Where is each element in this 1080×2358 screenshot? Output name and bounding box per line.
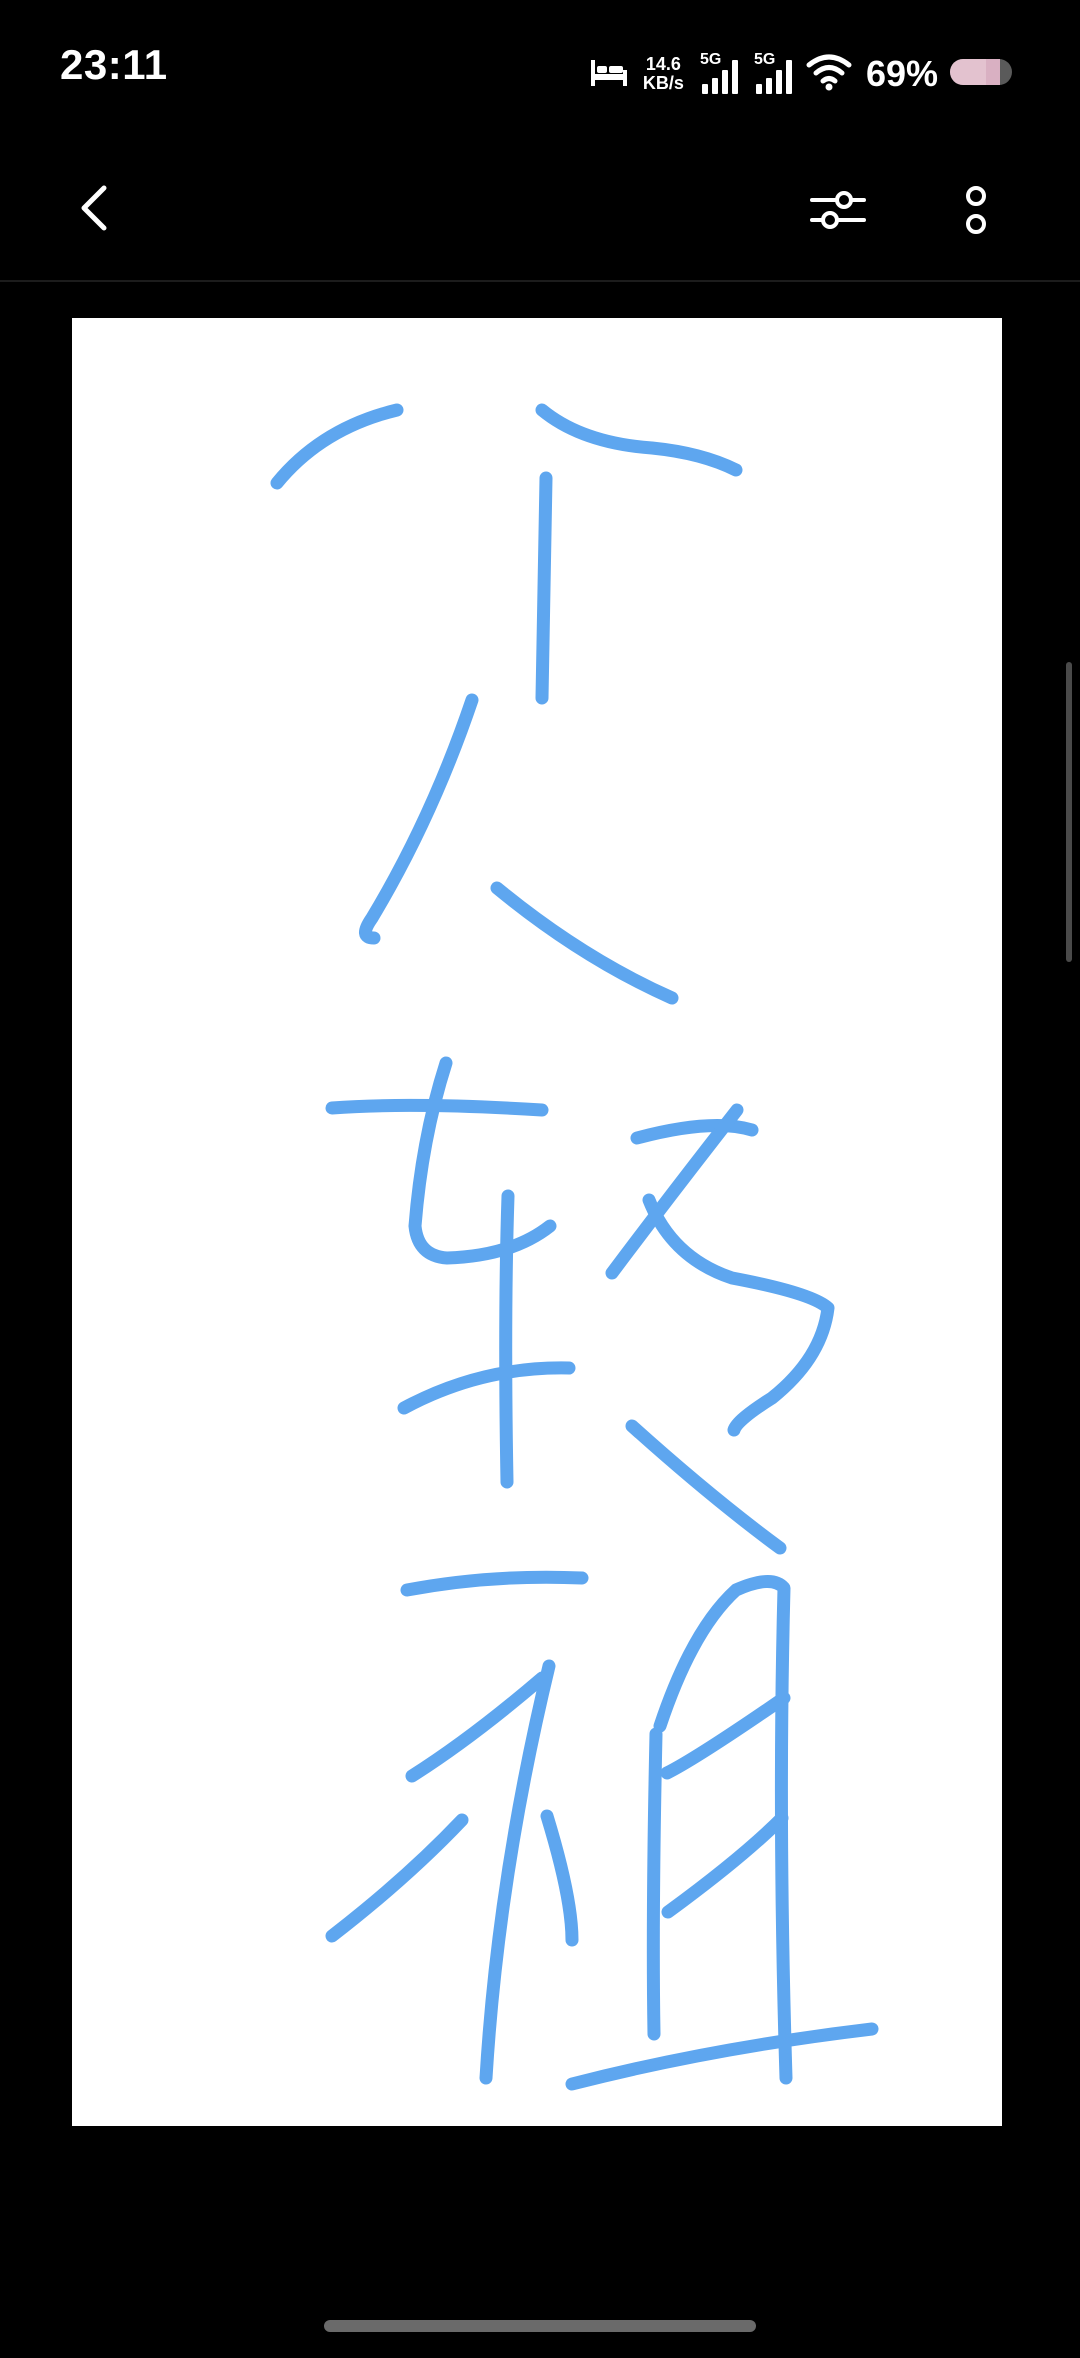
- home-indicator[interactable]: [324, 2320, 756, 2332]
- bed-icon: [589, 56, 629, 93]
- app-bar: [0, 140, 1080, 282]
- screen: 23:11 14.6 KB/s 5G 5G 69%: [0, 0, 1080, 2358]
- battery-percent: 69%: [865, 53, 938, 94]
- network-speed: 14.6 KB/s: [643, 55, 684, 93]
- status-icons: 14.6 KB/s 5G 5G 69%: [589, 46, 1014, 102]
- back-button[interactable]: [64, 178, 124, 238]
- handwriting-strokes: [270, 403, 879, 2091]
- signal-icon: [755, 60, 792, 94]
- scroll-indicator[interactable]: [1066, 662, 1072, 962]
- battery-icon: [948, 56, 1014, 93]
- status-time: 23:11: [60, 41, 168, 88]
- sim1-signal: 5G: [698, 52, 742, 96]
- adjust-button[interactable]: [806, 178, 870, 242]
- handwriting-image[interactable]: [72, 318, 1002, 2126]
- signal-icon: [701, 60, 738, 94]
- more-options-button[interactable]: [950, 178, 1002, 242]
- sim2-signal: 5G: [752, 52, 796, 96]
- more-vertical-icon: [966, 186, 986, 234]
- sliders-icon: [810, 191, 866, 229]
- network-speed-unit: KB/s: [642, 73, 684, 93]
- back-arrow-icon: [81, 185, 107, 231]
- wifi-icon: [806, 53, 852, 96]
- network-speed-value: 14.6: [645, 54, 681, 74]
- status-bar: 23:11 14.6 KB/s 5G 5G 69%: [0, 0, 1080, 140]
